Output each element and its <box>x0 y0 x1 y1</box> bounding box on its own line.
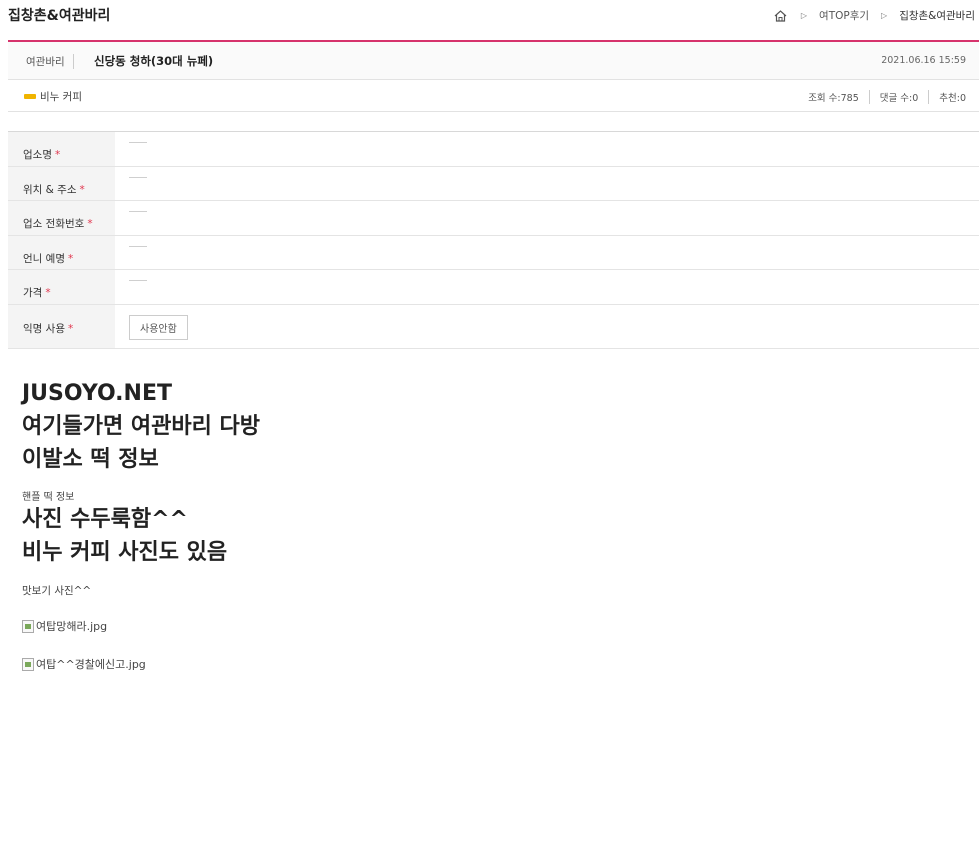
required-mark: * <box>87 218 93 230</box>
broken-image[interactable]: 여탑망해라.jpg <box>22 618 962 634</box>
headline2-line: 사진 수두룩함^^ <box>22 507 188 532</box>
post-category[interactable]: 여관바리 <box>26 54 74 69</box>
required-mark: * <box>45 287 51 299</box>
info-label: 위치 & 주소 <box>23 183 77 196</box>
breadcrumb-arrow-icon: ▷ <box>800 11 808 20</box>
info-value-price <box>115 270 979 304</box>
breadcrumb-item-current[interactable]: 집창촌&여관바리 <box>899 8 975 23</box>
post-header: 여관바리 신당동 청하(30대 뉴페) 2021.06.16 15:59 <box>8 40 979 80</box>
required-mark: * <box>67 252 74 265</box>
broken-image-icon <box>22 657 34 671</box>
info-label: 언니 예명 <box>23 252 65 265</box>
broken-image[interactable]: 여탑^^경찰에신고.jpg <box>22 656 962 672</box>
info-label: 익명 사용 <box>23 322 65 335</box>
required-mark: * <box>54 149 61 161</box>
info-label: 업소명 <box>23 149 52 161</box>
site-title[interactable]: 집창촌&여관바리 <box>8 5 110 25</box>
info-value-anonymous: 사용안함 <box>115 305 979 348</box>
info-row-address: 위치 & 주소 * <box>8 166 979 201</box>
headline-line: 여기들가면 여관바리 다방 <box>22 414 260 439</box>
headline-line: JUSOYO.NET <box>22 381 172 406</box>
headline-line: 이발소 떡 정보 <box>22 447 159 472</box>
post-author[interactable]: 비누 커피 <box>40 89 82 104</box>
empty-value-dash <box>129 176 147 178</box>
info-value-name <box>115 132 979 166</box>
broken-image-icon <box>22 619 34 633</box>
top-bar: 집창촌&여관바리 ▷ 여TOP후기 ▷ 집창촌&여관바리 <box>0 0 979 30</box>
empty-value-dash <box>129 280 147 281</box>
post-meta: 비누 커피 조회 수:785 댓글 수:0 추천:0 <box>8 81 979 112</box>
headline2-line: 비누 커피 사진도 있음 <box>22 540 228 565</box>
image-alt-text: 여탑망해라.jpg <box>36 620 108 633</box>
info-row-phone: 업소 전화번호 * <box>8 201 979 236</box>
comment-count: 댓글 수:0 <box>868 90 929 104</box>
breadcrumb-arrow-icon: ▷ <box>881 11 888 20</box>
info-row-nickname: 언니 예명 * <box>8 235 979 270</box>
info-value-address <box>115 167 979 201</box>
view-count: 조회 수:785 <box>808 93 859 104</box>
home-icon[interactable] <box>774 9 787 22</box>
empty-value-dash <box>129 245 147 247</box>
required-mark: * <box>67 322 74 335</box>
post-title: 신당동 청하(30대 뉴페) <box>94 54 214 68</box>
anonymous-status-badge: 사용안함 <box>129 314 188 340</box>
author-level-icon <box>24 94 36 99</box>
breadcrumb: ▷ 여TOP후기 ▷ 집창촌&여관바리 <box>774 8 975 23</box>
image-alt-text: 여탑^^경찰에신고.jpg <box>36 658 146 671</box>
empty-value-dash <box>129 142 147 143</box>
info-row-name: 업소명 * <box>8 132 979 167</box>
required-mark: * <box>79 183 85 196</box>
post-content: JUSOYO.NET 여기들가면 여관바리 다방 이발소 떡 정보 핸플 떡 정… <box>22 377 962 672</box>
info-value-phone <box>115 201 979 235</box>
info-row-price: 가격 * <box>8 270 979 305</box>
post-stats: 조회 수:785 댓글 수:0 추천:0 <box>798 90 966 104</box>
info-label: 가격 <box>23 287 43 299</box>
content-small-text: 핸플 떡 정보 <box>22 492 75 503</box>
empty-value-dash <box>129 211 147 212</box>
info-value-nickname <box>115 236 979 270</box>
info-table: 업소명 * 위치 & 주소 * 업소 전화번호 * 언니 예명 * 가격 * 익명 사용 *… <box>8 131 979 349</box>
post-date: 2021.06.16 15:59 <box>881 55 966 66</box>
info-row-anonymous: 익명 사용 * 사용안함 <box>8 304 979 349</box>
preview-label: 맛보기 사진^^ <box>22 585 92 597</box>
breadcrumb-item[interactable]: 여TOP후기 <box>819 8 869 23</box>
info-label: 업소 전화번호 <box>23 218 85 230</box>
recommend-count: 추천:0 <box>928 90 966 104</box>
